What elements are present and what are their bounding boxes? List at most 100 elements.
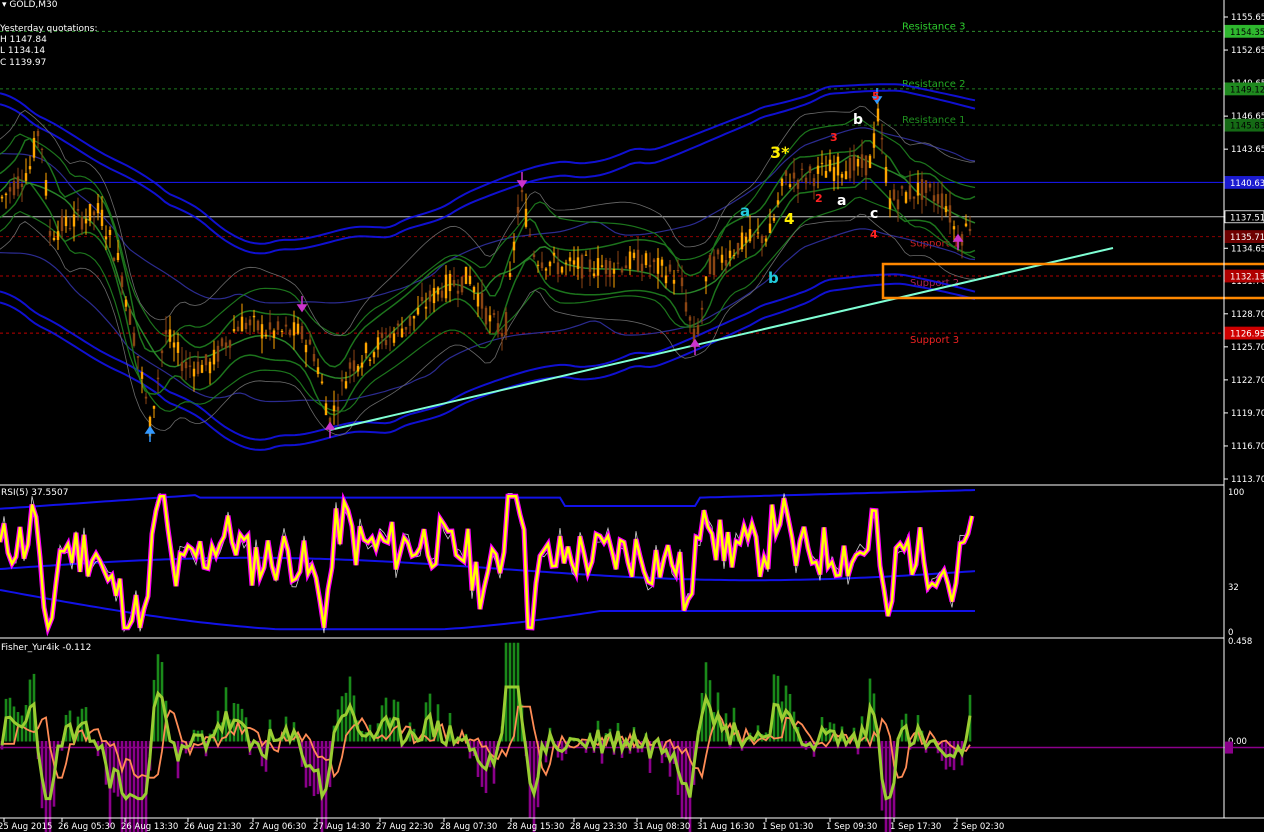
candle-body: [640, 263, 644, 272]
candle-body: [792, 172, 796, 179]
time-tick-label: 27 Aug 06:30: [249, 822, 306, 832]
candle-body: [744, 236, 748, 243]
candle-body: [884, 166, 888, 183]
candle-body: [168, 329, 172, 342]
candle-body: [188, 365, 192, 367]
price-tick-label: 1155.65: [1231, 13, 1264, 23]
candle-body: [944, 206, 948, 213]
candle-body: [68, 228, 72, 230]
candle-body: [340, 379, 344, 382]
candle-body: [448, 273, 452, 292]
candle-body: [248, 319, 252, 326]
candle-body: [200, 364, 204, 373]
candle-body: [20, 183, 24, 188]
candle-body: [392, 333, 396, 343]
candle-body: [684, 302, 688, 312]
candle-body: [708, 254, 712, 275]
candle-body: [444, 274, 448, 299]
candle-body: [888, 198, 892, 209]
candle-body: [800, 168, 804, 170]
candle-body: [728, 250, 732, 259]
wave-label: 4: [870, 228, 878, 241]
dropdown-icon[interactable]: ▾: [2, 0, 7, 10]
candle-body: [316, 367, 320, 375]
wave-label: a: [837, 193, 846, 209]
candle-body: [292, 322, 296, 336]
candle-body: [852, 155, 856, 171]
candle-body: [320, 381, 324, 384]
candle-body: [904, 192, 908, 203]
price-badge-label: 1137.51: [1230, 213, 1264, 223]
candle-body: [596, 258, 600, 276]
candle-body: [300, 326, 304, 340]
candle-body: [264, 334, 268, 337]
time-tick-label: 28 Aug 23:30: [570, 822, 627, 832]
candle-body: [4, 193, 8, 196]
candle-body: [484, 307, 488, 325]
candle-body: [700, 307, 704, 310]
candle-body: [56, 231, 60, 240]
candle-body: [144, 396, 148, 399]
candle-body: [576, 257, 580, 269]
candle-body: [208, 361, 212, 374]
candle-body: [864, 155, 868, 176]
candle-body: [476, 293, 480, 307]
candle-body: [480, 293, 484, 309]
price-tick-label: 1152.65: [1231, 46, 1264, 56]
candle-body: [420, 297, 424, 302]
candle-body: [400, 328, 404, 337]
candle-body: [296, 323, 300, 334]
candle-body: [748, 229, 752, 242]
candle-body: [496, 323, 500, 333]
candle-body: [288, 329, 292, 336]
candle-body: [536, 264, 540, 266]
candle-body: [584, 254, 588, 256]
candle-body: [228, 340, 232, 348]
time-tick-label: 27 Aug 14:30: [313, 822, 370, 832]
candle-body: [720, 254, 724, 263]
wave-label: a: [740, 202, 750, 220]
time-tick-label: 31 Aug 08:30: [633, 822, 690, 832]
candle-body: [916, 182, 920, 196]
candle-body: [660, 259, 664, 266]
candle-body: [424, 306, 428, 309]
candle-body: [756, 232, 760, 234]
price-badge-label: 1145.83: [1230, 122, 1264, 132]
candle-body: [716, 249, 720, 255]
candle-body: [108, 229, 112, 236]
candle-body: [196, 361, 200, 374]
candle-body: [384, 339, 388, 346]
time-tick-label: 28 Aug 07:30: [440, 822, 497, 832]
candle-body: [84, 219, 88, 224]
candle-body: [128, 308, 132, 325]
candle-body: [92, 211, 96, 216]
candle-body: [388, 333, 392, 338]
candle-body: [764, 238, 768, 242]
candle-body: [712, 256, 716, 276]
candle-body: [116, 252, 120, 261]
time-tick-label: 25 Aug 2015: [0, 822, 52, 832]
candle-body: [356, 365, 360, 372]
wave-label: 5: [872, 90, 880, 103]
candle-body: [932, 195, 936, 202]
time-tick-label: 26 Aug 13:30: [121, 822, 178, 832]
wave-label: 4: [784, 210, 794, 228]
candle-body: [672, 279, 676, 284]
candle-body: [872, 133, 876, 148]
symbol-label: GOLD,M30: [9, 0, 58, 10]
candle-body: [512, 241, 516, 251]
chart-canvas: Resistance 3 Resistance 2 Resistance 1 Supp…: [0, 0, 1264, 832]
candle-body: [64, 216, 68, 227]
candle-body: [28, 166, 32, 170]
wave-label: 3: [830, 131, 838, 144]
fisher-badge: [1225, 741, 1233, 754]
candle-body: [588, 259, 592, 272]
candle-body: [184, 361, 188, 369]
candle-body: [648, 264, 652, 268]
candle-body: [416, 307, 420, 315]
candle-body: [412, 315, 416, 319]
candle-body: [336, 406, 340, 411]
candle-body: [0, 196, 4, 199]
candle-body: [724, 260, 728, 266]
candle-body: [676, 270, 680, 272]
